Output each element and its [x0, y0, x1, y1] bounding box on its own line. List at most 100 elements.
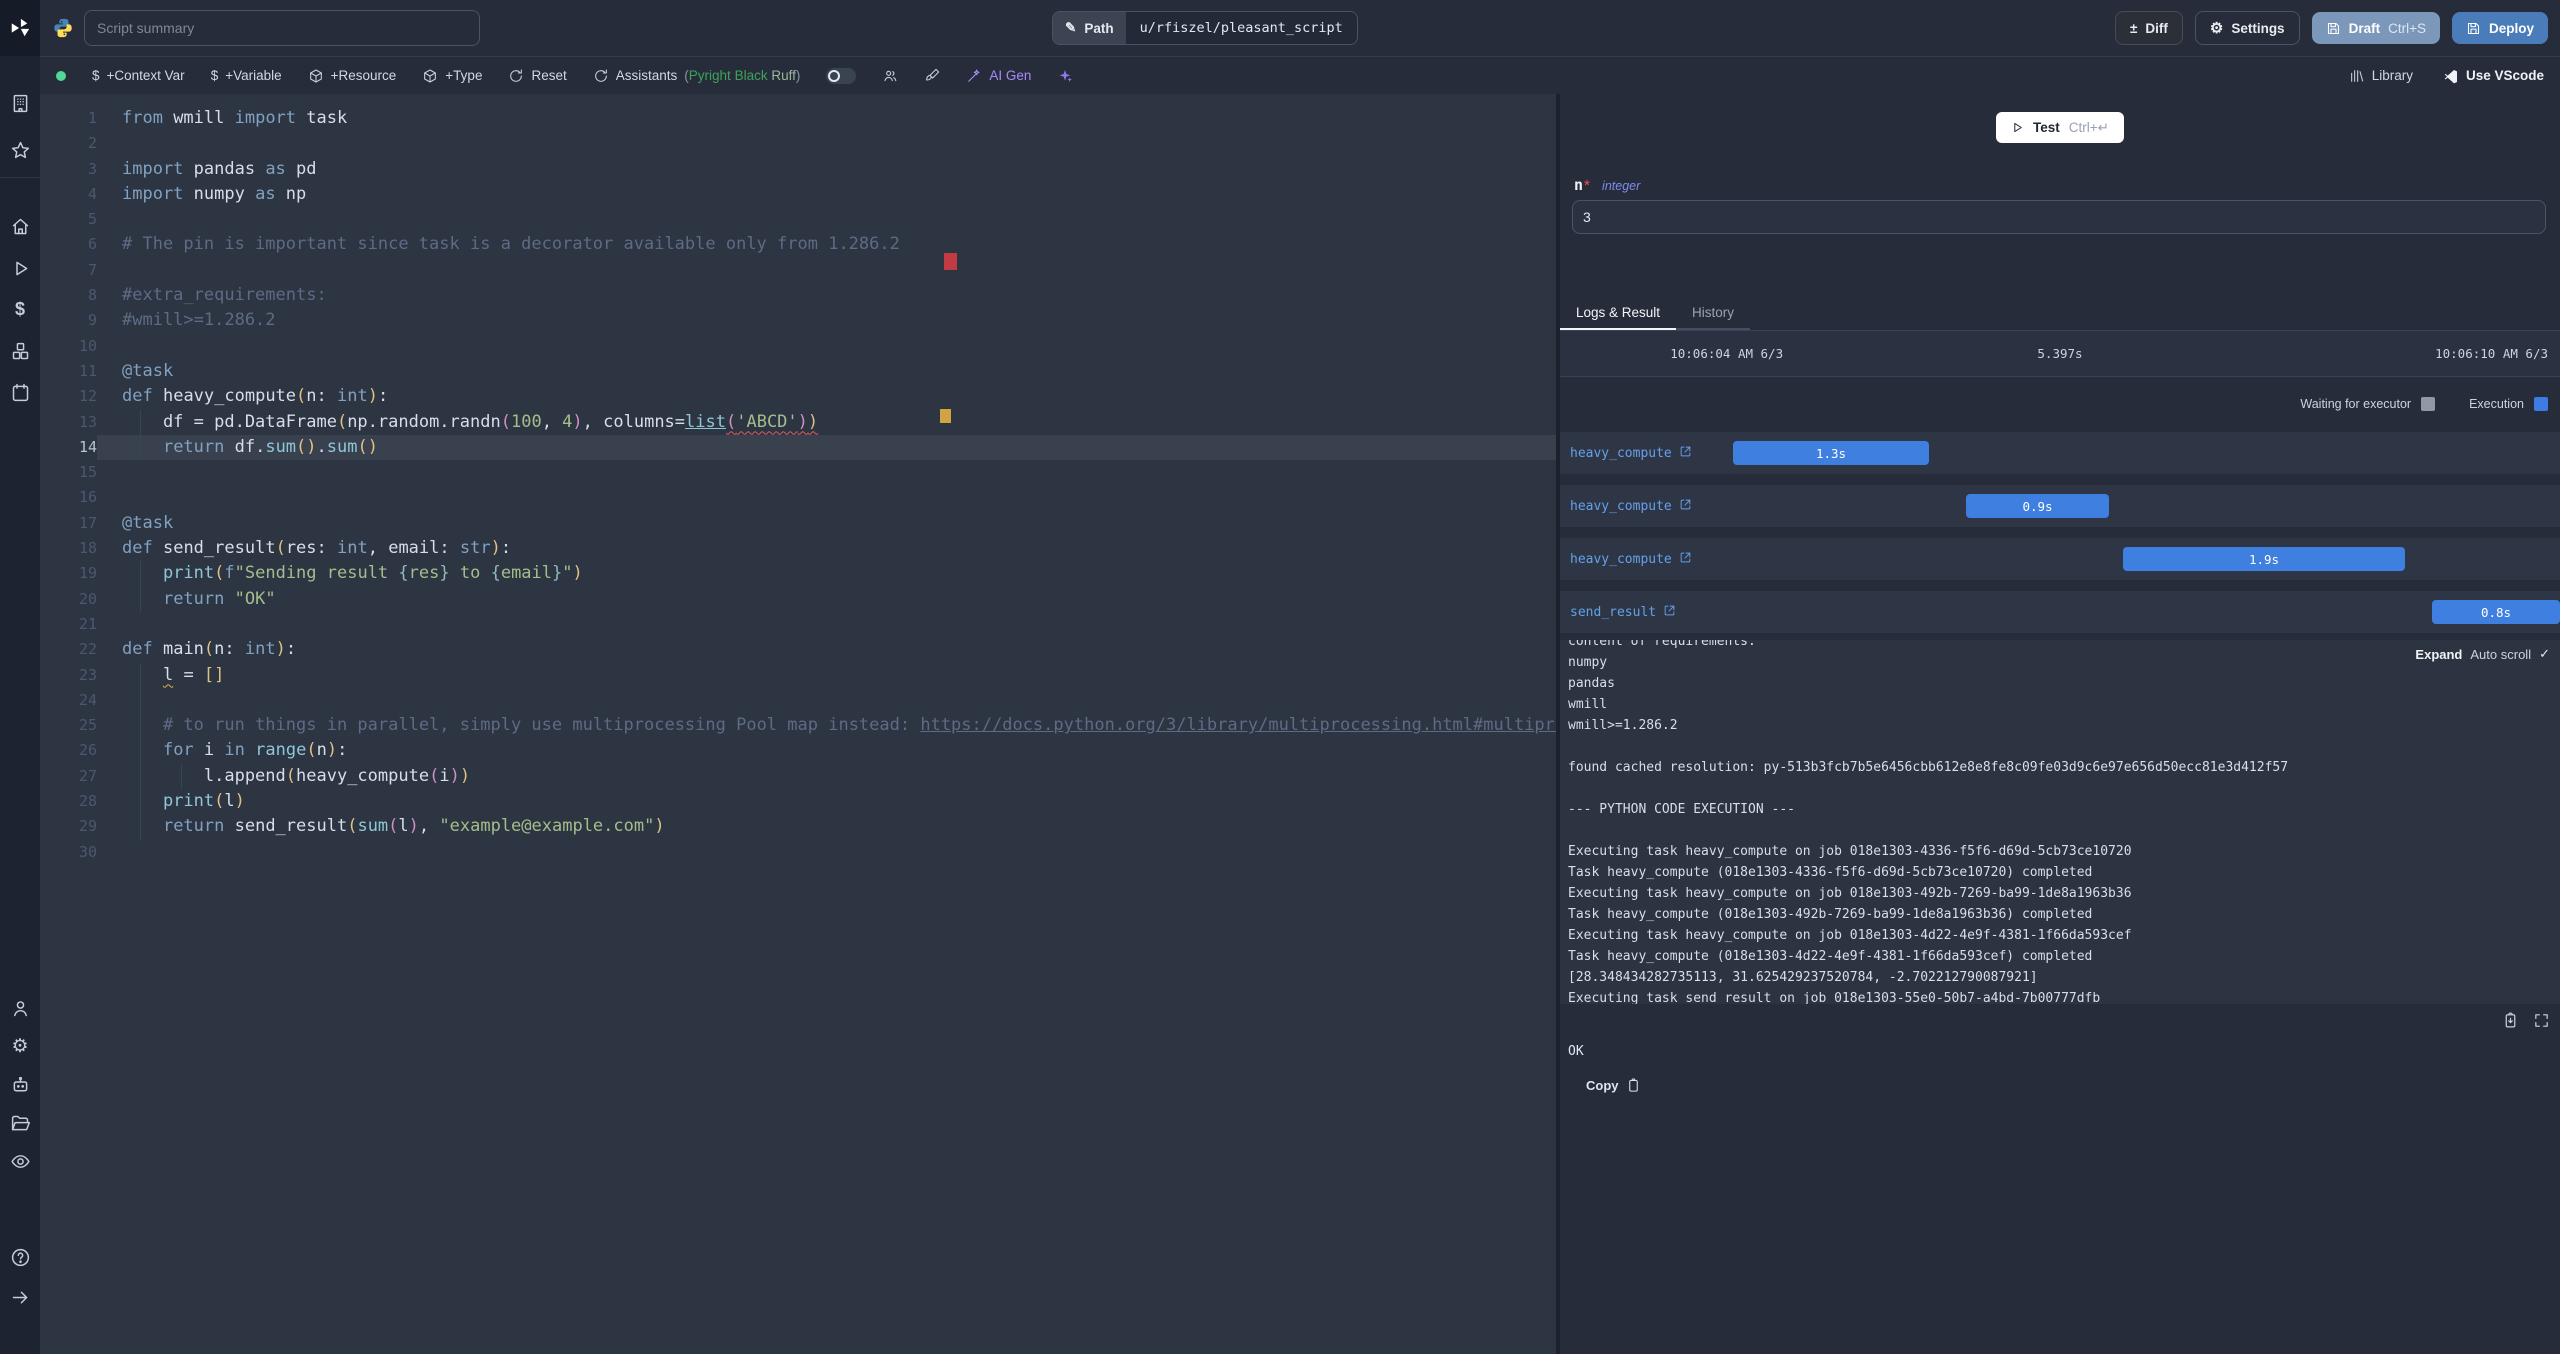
- resources-icon[interactable]: [0, 341, 40, 362]
- assistant-toggle[interactable]: [826, 67, 857, 84]
- code-line[interactable]: 8 #extra_requirements:: [40, 283, 1556, 308]
- code-line[interactable]: 16: [40, 485, 1556, 510]
- add-context-var-button[interactable]: $ +Context Var: [92, 68, 185, 83]
- multiplayer-button[interactable]: [882, 68, 898, 84]
- tab-history[interactable]: History: [1676, 296, 1751, 330]
- settings-button[interactable]: ⚙ Settings: [2194, 11, 2300, 45]
- line-content[interactable]: # to run things in parallel, simply use …: [97, 713, 1556, 739]
- test-button[interactable]: Test Ctrl+↵: [1996, 112, 2124, 143]
- code-line[interactable]: 30: [40, 840, 1556, 865]
- code-line[interactable]: 11 @task: [40, 359, 1556, 384]
- code-line[interactable]: 22 def main(n: int):: [40, 637, 1556, 662]
- line-content[interactable]: [97, 840, 1556, 865]
- line-content[interactable]: [97, 258, 1556, 283]
- code-line[interactable]: 5: [40, 207, 1556, 232]
- code-editor[interactable]: 1 from wmill import task 2 3 import pandas a…: [40, 94, 1556, 1354]
- reset-button[interactable]: Reset: [508, 68, 567, 84]
- code-lines[interactable]: 1 from wmill import task 2 3 import pandas a…: [40, 94, 1556, 865]
- line-content[interactable]: import numpy as np: [97, 182, 1556, 207]
- path-group[interactable]: ✎ Path u/rfiszel/pleasant_script: [1052, 11, 1358, 45]
- collapse-arrow-icon[interactable]: [0, 1287, 40, 1308]
- runs-play-icon[interactable]: [0, 258, 40, 279]
- line-content[interactable]: def main(n: int):: [97, 637, 1556, 662]
- add-variable-button[interactable]: $ +Variable: [211, 68, 282, 83]
- external-link-icon[interactable]: [1679, 498, 1692, 515]
- use-vscode-button[interactable]: Use VScode: [2443, 68, 2544, 84]
- copy-json-icon[interactable]: [2502, 1012, 2519, 1029]
- line-content[interactable]: print(f"Sending result {res} to {email}"…: [97, 561, 1556, 587]
- line-content[interactable]: from wmill import task: [97, 106, 1556, 131]
- code-line[interactable]: 17 @task: [40, 511, 1556, 536]
- audit-eye-icon[interactable]: [0, 1151, 40, 1172]
- line-content[interactable]: import pandas as pd: [97, 157, 1556, 182]
- code-line[interactable]: 19 print(f"Sending result {res} to {emai…: [40, 561, 1556, 587]
- external-link-icon[interactable]: [1663, 604, 1676, 621]
- add-type-button[interactable]: +Type: [422, 68, 482, 84]
- code-line[interactable]: 13 df = pd.DataFrame(np.random.randn(100…: [40, 409, 1556, 436]
- format-brush-button[interactable]: [924, 68, 940, 84]
- code-line[interactable]: 27 l.append(heavy_compute(i)): [40, 763, 1556, 790]
- schedules-calendar-icon[interactable]: [0, 382, 40, 403]
- line-content[interactable]: l = []: [97, 662, 1556, 689]
- code-line[interactable]: 29 return send_result(sum(l), "example@e…: [40, 814, 1556, 840]
- code-line[interactable]: 3 import pandas as pd: [40, 157, 1556, 182]
- users-icon[interactable]: [0, 998, 40, 1019]
- arg-n-input[interactable]: [1572, 200, 2546, 234]
- line-content[interactable]: return "OK": [97, 586, 1556, 613]
- line-content[interactable]: [97, 460, 1556, 485]
- workers-robot-icon[interactable]: [0, 1075, 40, 1096]
- code-line[interactable]: 6 # The pin is important since task is a …: [40, 232, 1556, 257]
- task-job-link[interactable]: heavy_compute: [1570, 538, 1692, 580]
- home-icon[interactable]: [0, 216, 40, 237]
- code-line[interactable]: 18 def send_result(res: int, email: str):: [40, 536, 1556, 561]
- line-content[interactable]: for i in range(n):: [97, 738, 1556, 765]
- line-content[interactable]: print(l): [97, 789, 1556, 815]
- expand-button[interactable]: Expand: [2415, 647, 2462, 662]
- code-line[interactable]: 9 #wmill>=1.286.2: [40, 308, 1556, 333]
- code-line[interactable]: 1 from wmill import task: [40, 106, 1556, 131]
- code-line[interactable]: 25 # to run things in parallel, simply u…: [40, 713, 1556, 739]
- task-job-link[interactable]: send_result: [1570, 591, 1676, 633]
- script-summary-input[interactable]: [84, 10, 480, 46]
- code-line[interactable]: 10: [40, 334, 1556, 359]
- code-line[interactable]: 7: [40, 258, 1556, 283]
- code-line[interactable]: 26 for i in range(n):: [40, 738, 1556, 765]
- external-link-icon[interactable]: [1679, 445, 1692, 462]
- fullscreen-icon[interactable]: [2533, 1012, 2550, 1029]
- line-content[interactable]: [97, 334, 1556, 359]
- line-content[interactable]: def send_result(res: int, email: str):: [97, 536, 1556, 561]
- variables-dollar-icon[interactable]: $: [0, 300, 40, 318]
- line-content[interactable]: l.append(heavy_compute(i)): [97, 763, 1556, 790]
- help-icon[interactable]: [0, 1247, 40, 1268]
- ai-gen-button[interactable]: AI Gen: [966, 68, 1031, 84]
- code-line[interactable]: 21: [40, 612, 1556, 637]
- windmill-logo[interactable]: [0, 0, 40, 56]
- line-content[interactable]: # The pin is important since task is a d…: [97, 232, 1556, 257]
- line-content[interactable]: #wmill>=1.286.2: [97, 308, 1556, 333]
- line-content[interactable]: @task: [97, 359, 1556, 384]
- line-content[interactable]: [97, 612, 1556, 637]
- library-button[interactable]: Library: [2349, 68, 2413, 84]
- code-line[interactable]: 15: [40, 460, 1556, 485]
- code-line[interactable]: 4 import numpy as np: [40, 182, 1556, 207]
- code-line[interactable]: 2: [40, 131, 1556, 156]
- add-resource-button[interactable]: +Resource: [308, 68, 396, 84]
- tab-logs-result[interactable]: Logs & Result: [1560, 296, 1677, 330]
- external-link-icon[interactable]: [1679, 551, 1692, 568]
- draft-button[interactable]: Draft Ctrl+S: [2311, 12, 2440, 44]
- sparkles-icon[interactable]: [1057, 68, 1073, 84]
- line-content[interactable]: df = pd.DataFrame(np.random.randn(100, 4…: [97, 409, 1556, 436]
- line-content[interactable]: [97, 687, 1556, 714]
- workspace-icon[interactable]: [0, 93, 40, 114]
- code-line[interactable]: 23 l = []: [40, 662, 1556, 689]
- favorites-star-icon[interactable]: [0, 140, 40, 161]
- code-line[interactable]: 20 return "OK": [40, 586, 1556, 613]
- line-content[interactable]: [97, 485, 1556, 510]
- task-job-link[interactable]: heavy_compute: [1570, 432, 1692, 474]
- logs-output[interactable]: content of requirements: numpy pandas wmill…: [1560, 640, 2560, 1004]
- task-job-link[interactable]: heavy_compute: [1570, 485, 1692, 527]
- assistants-button[interactable]: Assistants (Pyright Black Ruff): [593, 68, 800, 84]
- settings-gear-icon[interactable]: ⚙: [0, 1037, 40, 1056]
- code-line[interactable]: 12 def heavy_compute(n: int):: [40, 384, 1556, 409]
- line-content[interactable]: #extra_requirements:: [97, 283, 1556, 308]
